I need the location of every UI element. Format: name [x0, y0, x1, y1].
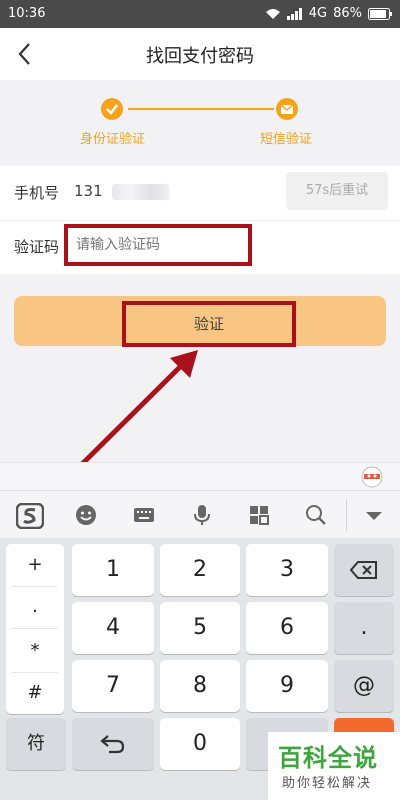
- return-key[interactable]: [72, 718, 154, 770]
- divider: [0, 220, 400, 221]
- key-0[interactable]: 0: [160, 718, 240, 770]
- key-1[interactable]: 1: [72, 544, 154, 596]
- side-separator: [12, 586, 58, 587]
- watermark-subtitle: 助你轻松解决: [282, 776, 373, 791]
- keyboard-icon[interactable]: [132, 503, 156, 527]
- battery-percent: 86%: [333, 6, 362, 21]
- emoji-icon[interactable]: [74, 503, 98, 527]
- key-5[interactable]: 5: [160, 602, 240, 654]
- header: 找回支付密码: [0, 28, 400, 80]
- check-icon: [101, 98, 123, 120]
- watermark-title: 百科全说: [278, 744, 378, 772]
- step-connector: [128, 108, 274, 110]
- code-input[interactable]: [64, 224, 252, 266]
- phone-value: 131: [74, 182, 103, 200]
- toolbar-divider: [346, 499, 347, 531]
- symbol-column: + . * #: [6, 544, 64, 714]
- side-separator: [12, 628, 58, 629]
- key-asterisk[interactable]: *: [6, 640, 64, 661]
- step-label-sms: 短信验证: [260, 132, 313, 147]
- return-arrow-icon: [100, 735, 125, 754]
- signal-icon: [286, 7, 303, 20]
- backspace-key[interactable]: [334, 544, 394, 596]
- key-period[interactable]: .: [334, 602, 394, 654]
- resend-button[interactable]: 57s后重试: [286, 172, 388, 210]
- side-separator: [12, 672, 58, 673]
- key-plus[interactable]: +: [6, 554, 64, 575]
- key-hash[interactable]: #: [6, 682, 64, 703]
- search-icon[interactable]: [304, 503, 328, 527]
- network-type: 4G: [308, 6, 328, 21]
- key-8[interactable]: 8: [160, 660, 240, 712]
- battery-icon: [368, 7, 392, 20]
- microphone-icon[interactable]: [190, 503, 214, 527]
- envelope-icon: [276, 98, 298, 120]
- status-icons: 4G 86%: [265, 6, 392, 21]
- phone-label: 手机号: [14, 184, 60, 202]
- symbol-key[interactable]: 符: [6, 718, 66, 770]
- wifi-icon: [265, 8, 281, 20]
- code-label: 验证码: [14, 238, 60, 256]
- apps-grid-icon[interactable]: [247, 503, 271, 527]
- key-at[interactable]: @: [334, 660, 394, 712]
- key-2[interactable]: 2: [160, 544, 240, 596]
- key-7[interactable]: 7: [72, 660, 154, 712]
- key-4[interactable]: 4: [72, 602, 154, 654]
- keyboard-toolbar: [0, 490, 400, 538]
- key-6[interactable]: 6: [246, 602, 328, 654]
- verify-button-label[interactable]: 验证: [122, 301, 296, 347]
- phone-masked: [112, 184, 170, 200]
- key-dot[interactable]: .: [6, 596, 64, 617]
- step-label-id: 身份证验证: [80, 132, 146, 147]
- progress-steps: 身份证验证 短信验证: [0, 80, 400, 166]
- key-3[interactable]: 3: [246, 544, 328, 596]
- watermark: 百科全说 助你轻松解决: [268, 732, 400, 800]
- mascot-icon[interactable]: [360, 466, 384, 488]
- status-bar: 10:36 4G 86%: [0, 0, 400, 28]
- status-time: 10:36: [8, 6, 46, 21]
- collapse-keyboard-icon[interactable]: [362, 503, 386, 527]
- page-title: 找回支付密码: [146, 46, 254, 67]
- backspace-icon: [349, 561, 377, 579]
- key-9[interactable]: 9: [246, 660, 328, 712]
- sogou-logo-icon[interactable]: [15, 502, 45, 530]
- keyboard-candidate-bar: [0, 462, 400, 490]
